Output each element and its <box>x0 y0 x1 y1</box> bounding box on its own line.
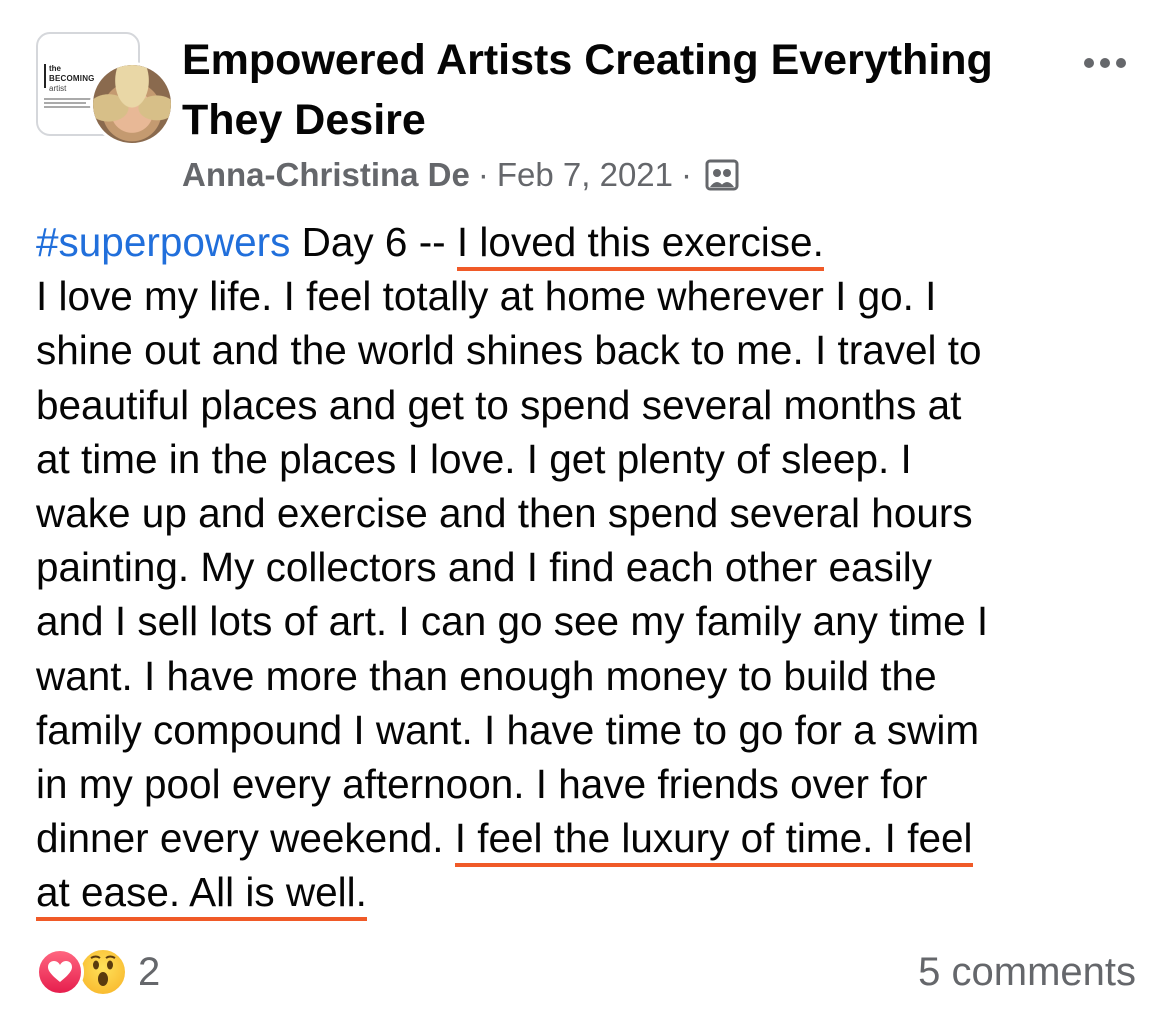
post-line: wake up and exercise and then spend seve… <box>36 490 973 537</box>
thumb-text-the: the <box>49 64 61 73</box>
post-line: I love my life. I feel totally at home w… <box>36 273 937 320</box>
post-line: dinner every weekend. I feel the luxury … <box>36 811 1146 868</box>
meta-separator: · <box>477 156 489 193</box>
love-icon <box>36 948 84 996</box>
post-line: at time in the places I love. I get plen… <box>36 435 912 482</box>
post-line: at ease. All is well. <box>36 865 1146 922</box>
post-text-segment: Day 6 -- <box>290 219 457 265</box>
post-line: want. I have more than enough money to b… <box>36 652 937 699</box>
user-avatar[interactable] <box>90 62 174 146</box>
post-date[interactable]: Feb 7, 2021 <box>497 150 673 200</box>
avatar-photo <box>93 65 171 143</box>
author-name[interactable]: Anna-Christina De <box>182 150 470 200</box>
meta-separator: · <box>681 156 693 193</box>
post-line: beautiful places and get to spend severa… <box>36 381 962 428</box>
group-audience-icon <box>705 159 739 191</box>
post-line: in my pool every afternoon. I have frien… <box>36 761 928 808</box>
post-line: painting. My collectors and I find each … <box>36 544 932 591</box>
avatar-group[interactable]: the BECOMING artist <box>36 32 174 146</box>
wow-icon <box>78 947 128 997</box>
post-line: and I sell lots of art. I can go see my … <box>36 598 989 645</box>
reactions-summary[interactable]: 2 <box>36 944 160 1000</box>
post-meta: Anna-Christina De · Feb 7, 2021 · <box>182 150 740 200</box>
comments-count[interactable]: 5 comments <box>918 944 1136 1000</box>
highlighted-text: I loved this exercise. <box>456 219 824 271</box>
highlighted-text: I feel the luxury of time. I feel <box>454 815 973 868</box>
post-footer: 2 5 comments <box>36 944 1136 1000</box>
thumb-text-becoming: BECOMING <box>49 74 95 83</box>
post-text-segment: dinner every weekend. <box>36 815 455 862</box>
thumb-text-artist: artist <box>49 84 67 93</box>
hashtag-link[interactable]: #superpowers <box>36 219 290 265</box>
thumb-fine-print <box>44 98 96 110</box>
highlighted-text: at ease. All is well. <box>36 869 367 922</box>
reaction-count[interactable]: 2 <box>138 944 160 1000</box>
post-line: #superpowers Day 6 -- I loved this exerc… <box>36 215 1146 271</box>
post-line: family compound I want. I have time to g… <box>36 706 980 753</box>
thumb-bar <box>44 64 46 88</box>
wow-face-icon <box>90 955 116 986</box>
heart-icon <box>48 961 72 982</box>
more-options-icon[interactable] <box>1080 46 1130 76</box>
post-line: shine out and the world shines back to m… <box>36 327 982 374</box>
post-body: #superpowers Day 6 -- I loved this exerc… <box>36 215 1146 922</box>
group-title[interactable]: Empowered Artists Creating Everything Th… <box>182 30 1062 150</box>
